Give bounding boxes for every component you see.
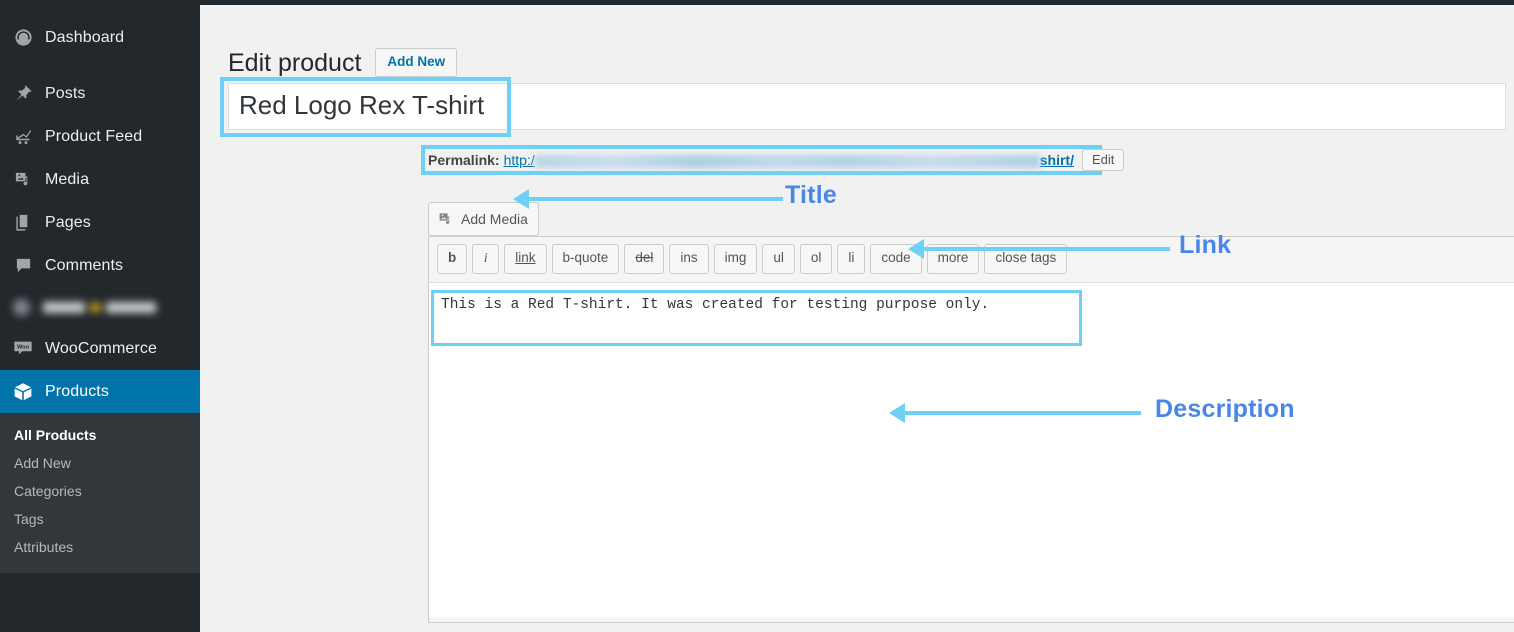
submenu-item-label: Add New [14, 455, 71, 471]
qt-button-b-quote[interactable]: b-quote [552, 244, 620, 274]
sidebar-item-label: Product Feed [45, 128, 142, 146]
add-new-button[interactable]: Add New [375, 48, 457, 77]
permalink-url-link[interactable]: http:/ [504, 152, 535, 168]
submenu-item-all-products[interactable]: All Products [0, 421, 200, 449]
editor-box: b i link b-quote del ins img ul ol li co… [428, 236, 1514, 623]
media-icon [438, 211, 454, 227]
submenu-item-tags[interactable]: Tags [0, 505, 200, 533]
submenu-item-attributes[interactable]: Attributes [0, 533, 200, 561]
qt-button-close-tags[interactable]: close tags [984, 244, 1067, 274]
submenu-item-label: All Products [14, 427, 96, 443]
qt-button-link[interactable]: link [504, 244, 546, 274]
sidebar-item-posts[interactable]: Posts [0, 72, 200, 115]
add-media-label: Add Media [461, 211, 528, 227]
sidebar-item-label: Comments [45, 257, 123, 275]
qt-button-del[interactable]: del [624, 244, 664, 274]
qt-button-li[interactable]: li [837, 244, 865, 274]
sidebar-item-label: Posts [45, 85, 86, 103]
page-header: Edit product Add New [200, 5, 1514, 95]
qt-button-ul[interactable]: ul [762, 244, 795, 274]
qt-button-code[interactable]: code [870, 244, 921, 274]
sidebar-item-media[interactable]: Media [0, 158, 200, 201]
permalink-edit-button[interactable]: Edit [1082, 149, 1124, 171]
redacted-icon [13, 299, 156, 316]
dashboard-icon [13, 28, 33, 48]
submenu-item-label: Tags [14, 511, 44, 527]
sidebar-item-pages[interactable]: Pages [0, 201, 200, 244]
submenu-item-add-new[interactable]: Add New [0, 449, 200, 477]
pages-icon [13, 213, 33, 233]
main-content: Edit product Add New Permalink: http:/ sh… [200, 5, 1514, 632]
sidebar-item-label: Pages [45, 214, 91, 232]
title-field-wrapper [228, 83, 1506, 130]
media-icon [13, 170, 33, 190]
cart-chart-icon [13, 127, 33, 147]
qt-button-ins[interactable]: ins [669, 244, 708, 274]
editor-content-textarea[interactable]: This is a Red T-shirt. It was created fo… [429, 282, 1514, 617]
title-input[interactable] [228, 83, 1506, 130]
editor-wrapper: Add Media Visual Text b i link b-quote d… [428, 199, 1514, 623]
qt-button-italic[interactable]: i [472, 244, 499, 274]
sidebar-item-label: Products [45, 383, 109, 401]
comment-icon [13, 256, 33, 276]
sidebar-item-products[interactable]: Products [0, 370, 200, 413]
qt-button-img[interactable]: img [714, 244, 758, 274]
editor-media-row: Add Media Visual Text [428, 199, 1514, 236]
admin-sidebar: Dashboard Posts Product Feed Media Pages… [0, 0, 200, 632]
submenu-item-label: Categories [14, 483, 82, 499]
sidebar-item-label: Media [45, 171, 89, 189]
quicktags-toolbar: b i link b-quote del ins img ul ol li co… [429, 237, 1514, 282]
sidebar-item-woocommerce[interactable]: Woo WooCommerce [0, 327, 200, 370]
products-box-icon [13, 382, 33, 402]
permalink-row: Permalink: http:/ shirt/ Edit [428, 147, 1124, 173]
submenu-item-label: Attributes [14, 539, 73, 555]
permalink-slug-link[interactable]: shirt/ [1040, 152, 1074, 168]
page-title: Edit product [228, 48, 361, 78]
svg-text:Woo: Woo [17, 345, 30, 351]
sidebar-item-product-feed[interactable]: Product Feed [0, 115, 200, 158]
qt-button-ol[interactable]: ol [800, 244, 833, 274]
woo-icon: Woo [13, 339, 33, 359]
permalink-label: Permalink: [428, 152, 500, 168]
pin-icon [13, 84, 33, 104]
products-submenu: All Products Add New Categories Tags Att… [0, 413, 200, 573]
submenu-item-categories[interactable]: Categories [0, 477, 200, 505]
add-media-button[interactable]: Add Media [428, 202, 539, 236]
qt-button-bold[interactable]: b [437, 244, 467, 274]
sidebar-item-comments[interactable]: Comments [0, 244, 200, 287]
sidebar-item-dashboard[interactable]: Dashboard [0, 16, 200, 59]
permalink-redacted-segment [535, 155, 1040, 168]
qt-button-more[interactable]: more [927, 244, 980, 274]
sidebar-item-label: Dashboard [45, 29, 124, 47]
sidebar-item-label: WooCommerce [45, 340, 157, 358]
sidebar-item-redacted[interactable] [0, 287, 200, 327]
